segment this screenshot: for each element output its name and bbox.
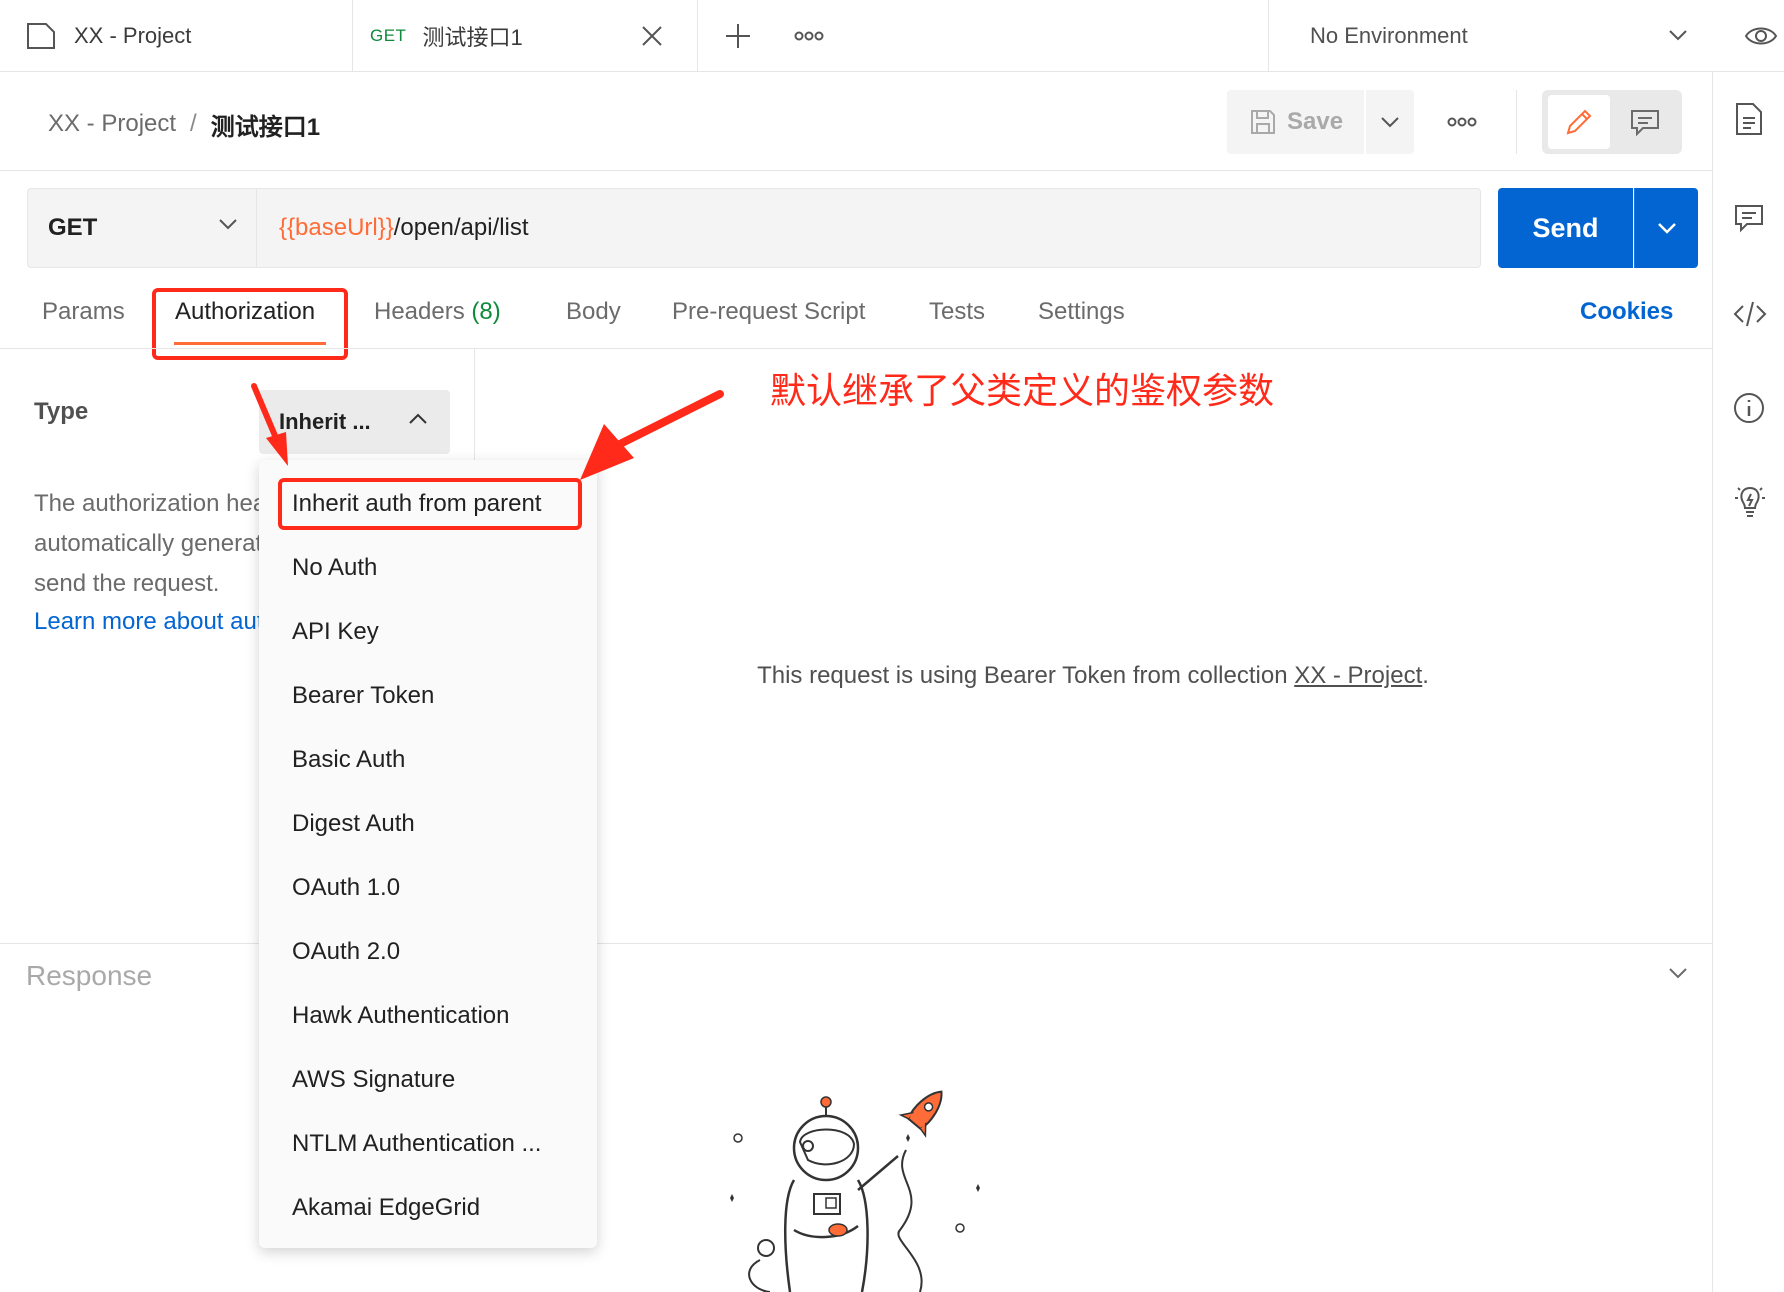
breadcrumb: XX - Project / 测试接口1 bbox=[48, 104, 320, 144]
collection-icon bbox=[26, 22, 56, 50]
send-label: Send bbox=[1532, 212, 1599, 243]
auth-description: The authorization header will be automat… bbox=[34, 480, 260, 650]
chevron-down-icon bbox=[1380, 115, 1400, 129]
annotation-text: 默认继承了父类定义的鉴权参数 bbox=[770, 370, 1275, 411]
more-icon bbox=[794, 30, 824, 42]
tab-method: GET bbox=[370, 26, 407, 45]
header-divider-line bbox=[0, 170, 1712, 171]
astronaut-illustration bbox=[730, 1090, 1000, 1292]
annotation-box-authorization bbox=[152, 288, 348, 360]
tab-label: Headers bbox=[374, 298, 465, 325]
response-title: Response bbox=[26, 960, 153, 991]
environment-select[interactable]: No Environment bbox=[1310, 0, 1690, 72]
close-icon bbox=[640, 24, 664, 48]
tab-label: Tests bbox=[929, 298, 986, 325]
edit-mode-button[interactable] bbox=[1548, 95, 1610, 149]
tab-request[interactable]: GET 测试接口1 bbox=[370, 0, 610, 72]
chevron-down-icon[interactable] bbox=[1668, 966, 1688, 980]
tab-label: Params bbox=[42, 298, 125, 325]
auth-type-dropdown: Inherit auth from parent No Auth API Key… bbox=[259, 460, 597, 1248]
eye-button[interactable] bbox=[1744, 0, 1780, 72]
inherit-message-suffix: . bbox=[1422, 662, 1429, 689]
auth-description-line: The authorization header will be bbox=[34, 490, 260, 517]
tab-collection[interactable]: XX - Project bbox=[26, 0, 346, 72]
tab-bar: XX - Project GET 测试接口1 No Environment bbox=[0, 0, 1784, 72]
auth-option-oauth1[interactable]: OAuth 1.0 bbox=[292, 874, 400, 902]
breadcrumb-separator: / bbox=[190, 110, 197, 137]
url-path: /open/api/list bbox=[393, 214, 529, 241]
auth-option-digest-auth[interactable]: Digest Auth bbox=[292, 810, 415, 838]
auth-description-line: send the request. bbox=[34, 570, 220, 597]
tabs-divider bbox=[0, 348, 1712, 349]
annotation-box-inherit-option bbox=[278, 478, 582, 530]
inherit-message: This request is using Bearer Token from … bbox=[474, 662, 1712, 690]
inherit-message-text: This request is using Bearer Token from … bbox=[757, 662, 1295, 689]
comment-mode-button[interactable] bbox=[1614, 95, 1676, 149]
auth-type-value: Inherit ... bbox=[279, 409, 371, 434]
info-icon[interactable] bbox=[1733, 392, 1765, 424]
new-tab-button[interactable] bbox=[724, 0, 754, 72]
auth-option-bearer-token[interactable]: Bearer Token bbox=[292, 682, 434, 710]
tab-params[interactable]: Params bbox=[42, 298, 125, 334]
send-button[interactable]: Send bbox=[1498, 188, 1633, 268]
url-variable: {{baseUrl}} bbox=[279, 214, 394, 241]
collection-link[interactable]: XX - Project bbox=[1294, 662, 1422, 689]
url-input[interactable]: {{baseUrl}}/open/api/list bbox=[257, 188, 1481, 268]
tab-label: XX - Project bbox=[74, 23, 192, 48]
tab-settings[interactable]: Settings bbox=[1038, 298, 1125, 334]
response-divider bbox=[0, 943, 1712, 944]
comment-icon bbox=[1630, 108, 1660, 136]
save-label: Save bbox=[1287, 108, 1344, 135]
more-actions-button[interactable] bbox=[1442, 100, 1482, 144]
breadcrumb-current[interactable]: 测试接口1 bbox=[211, 107, 320, 142]
save-icon bbox=[1249, 108, 1277, 136]
environment-label: No Environment bbox=[1310, 23, 1468, 48]
lightbulb-icon[interactable] bbox=[1733, 484, 1765, 517]
tab-more-button[interactable] bbox=[794, 0, 826, 72]
auth-option-oauth2[interactable]: OAuth 2.0 bbox=[292, 938, 400, 966]
auth-option-ntlm[interactable]: NTLM Authentication ... bbox=[292, 1130, 541, 1158]
learn-more-link[interactable]: Learn more about authorization bbox=[34, 608, 260, 636]
auth-option-no-auth[interactable]: No Auth bbox=[292, 554, 377, 582]
auth-option-hawk[interactable]: Hawk Authentication bbox=[292, 1002, 509, 1030]
tab-label: Pre-request Script bbox=[672, 298, 866, 325]
chevron-down-icon bbox=[1668, 28, 1688, 42]
auth-description-line: automatically generated when you bbox=[34, 530, 260, 557]
auth-option-basic-auth[interactable]: Basic Auth bbox=[292, 746, 405, 774]
code-icon[interactable] bbox=[1733, 300, 1767, 332]
cookies-link[interactable]: Cookies bbox=[1580, 298, 1673, 326]
close-tab-button[interactable] bbox=[640, 0, 680, 72]
method-select[interactable]: GET bbox=[27, 188, 257, 268]
auth-type-label: Type bbox=[34, 398, 89, 425]
right-rail bbox=[1712, 72, 1784, 1292]
plus-icon bbox=[724, 22, 752, 50]
chevron-down-icon bbox=[218, 217, 238, 231]
eye-icon bbox=[1744, 24, 1778, 48]
header-divider bbox=[1516, 90, 1517, 154]
chevron-up-icon bbox=[408, 412, 428, 426]
chevron-down-icon bbox=[1657, 221, 1677, 235]
auth-option-akamai[interactable]: Akamai EdgeGrid bbox=[292, 1194, 480, 1222]
tab-pre-request-script[interactable]: Pre-request Script bbox=[672, 298, 865, 334]
more-icon bbox=[1447, 116, 1477, 128]
auth-option-aws-signature[interactable]: AWS Signature bbox=[292, 1066, 455, 1094]
save-options-button[interactable] bbox=[1366, 90, 1414, 154]
comment-icon[interactable] bbox=[1733, 202, 1765, 234]
tab-headers[interactable]: Headers (8) bbox=[374, 298, 501, 334]
send-options-button[interactable] bbox=[1634, 188, 1698, 268]
auth-type-select[interactable]: Inherit ... bbox=[259, 390, 450, 454]
method-label: GET bbox=[48, 214, 98, 241]
tab-label: Settings bbox=[1038, 298, 1125, 325]
tab-label: Body bbox=[566, 298, 621, 325]
auth-option-api-key[interactable]: API Key bbox=[292, 618, 379, 646]
breadcrumb-parent[interactable]: XX - Project bbox=[48, 110, 176, 138]
document-icon[interactable] bbox=[1733, 102, 1765, 135]
tab-tests[interactable]: Tests bbox=[929, 298, 985, 334]
tab-body[interactable]: Body bbox=[566, 298, 621, 334]
pencil-icon bbox=[1564, 107, 1594, 137]
headers-count: (8) bbox=[471, 298, 501, 325]
save-button[interactable]: Save bbox=[1227, 90, 1364, 154]
tab-label: 测试接口1 bbox=[422, 25, 523, 50]
